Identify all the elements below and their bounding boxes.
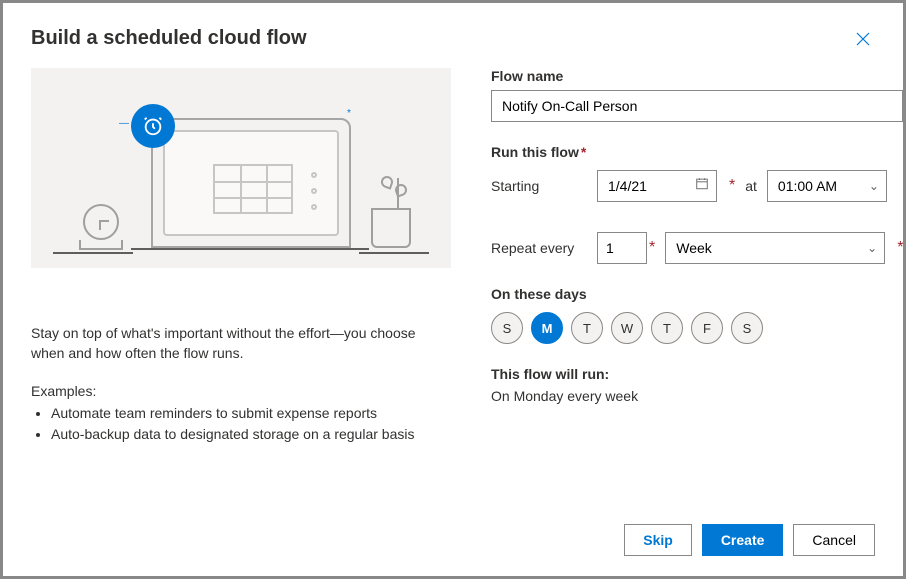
day-sunday[interactable]: S xyxy=(491,312,523,344)
example-item: Automate team reminders to submit expens… xyxy=(51,403,451,424)
day-thursday[interactable]: T xyxy=(651,312,683,344)
dialog-header: Build a scheduled cloud flow xyxy=(3,3,903,68)
summary-section: This flow will run: On Monday every week xyxy=(491,366,903,404)
dialog-description: Stay on top of what's important without … xyxy=(31,324,451,363)
starting-label: Starting xyxy=(491,178,587,194)
run-label: Run this flow* xyxy=(491,144,903,160)
examples-label: Examples: xyxy=(31,383,451,399)
cancel-button[interactable]: Cancel xyxy=(793,524,875,556)
examples-list: Automate team reminders to submit expens… xyxy=(31,403,451,445)
repeat-label: Repeat every xyxy=(491,240,587,256)
day-friday[interactable]: F xyxy=(691,312,723,344)
close-button[interactable] xyxy=(851,27,875,56)
day-tuesday[interactable]: T xyxy=(571,312,603,344)
repeat-unit-select[interactable]: Week xyxy=(665,232,885,264)
repeat-count-input[interactable] xyxy=(597,232,647,264)
at-label: at xyxy=(745,178,757,194)
starting-date-input[interactable] xyxy=(597,170,717,202)
alarm-clock-icon xyxy=(131,104,175,148)
summary-label: This flow will run: xyxy=(491,366,903,382)
dialog-title: Build a scheduled cloud flow xyxy=(31,27,307,50)
summary-text: On Monday every week xyxy=(491,388,903,404)
days-label: On these days xyxy=(491,286,903,302)
dialog-body: — * xyxy=(3,68,903,508)
day-saturday[interactable]: S xyxy=(731,312,763,344)
flow-name-label: Flow name xyxy=(491,68,903,84)
right-panel: Flow name Run this flow* Starting * at xyxy=(491,68,903,508)
schedule-illustration: — * xyxy=(31,68,451,268)
skip-button[interactable]: Skip xyxy=(624,524,692,556)
close-icon xyxy=(855,31,871,47)
flow-name-section: Flow name xyxy=(491,68,903,122)
days-section: On these days S M T W T F S xyxy=(491,286,903,344)
day-wednesday[interactable]: W xyxy=(611,312,643,344)
left-panel: — * xyxy=(31,68,451,508)
run-section: Run this flow* Starting * at 01:00 AM xyxy=(491,144,903,264)
flow-name-input[interactable] xyxy=(491,90,903,122)
dialog-footer: Skip Create Cancel xyxy=(3,508,903,576)
example-item: Auto-backup data to designated storage o… xyxy=(51,424,451,445)
time-select[interactable]: 01:00 AM xyxy=(767,170,887,202)
scheduled-flow-dialog: Build a scheduled cloud flow — * xyxy=(2,2,904,577)
days-row: S M T W T F S xyxy=(491,312,903,344)
day-monday[interactable]: M xyxy=(531,312,563,344)
create-button[interactable]: Create xyxy=(702,524,784,556)
